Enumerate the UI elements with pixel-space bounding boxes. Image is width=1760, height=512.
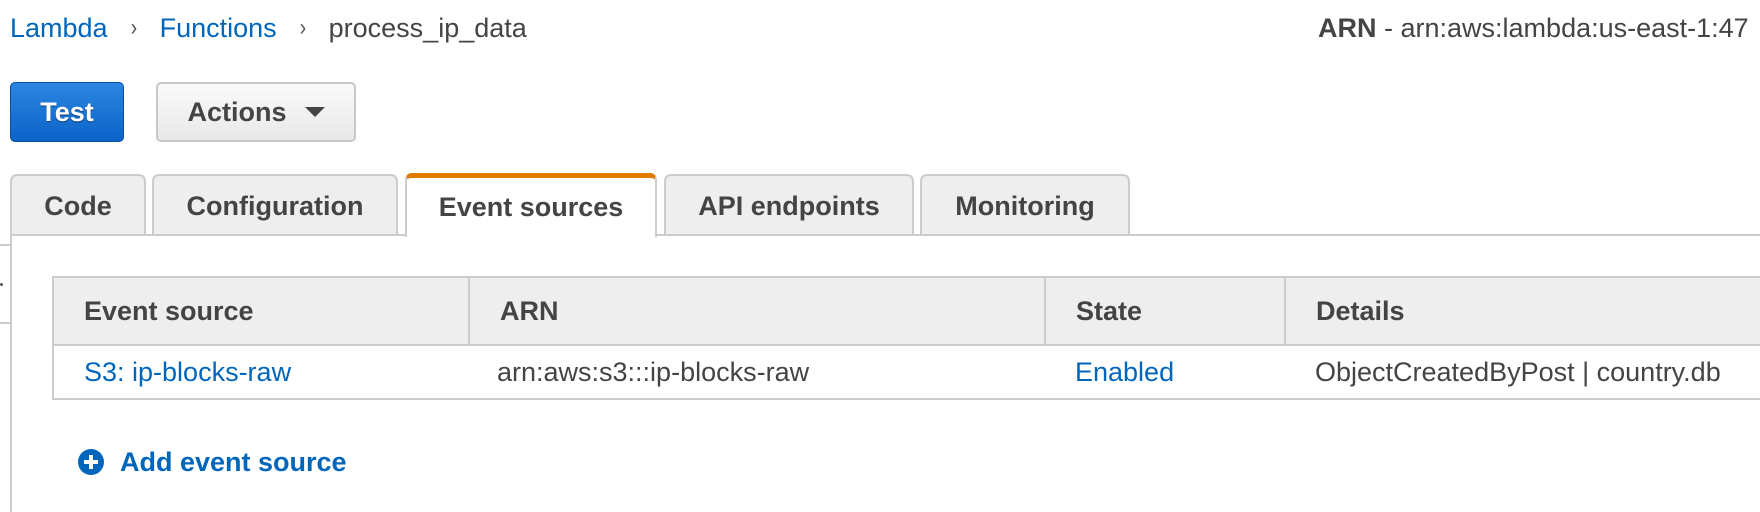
lambda-function-page: Lambda › Functions › process_ip_data ARN… [0,0,1760,512]
breadcrumb-functions[interactable]: Functions [160,10,277,46]
actions-button-label: Actions [187,96,287,127]
add-event-source-label: Add event source [120,446,347,477]
tab-event-sources[interactable]: Event sources [405,173,657,237]
cell-state: Enabled [1045,344,1285,400]
arn-separator: - [1376,13,1401,43]
test-button-label: Test [40,96,94,127]
table-row[interactable]: S3: ip-blocks-raw arn:aws:s3:::ip-blocks… [52,344,1760,400]
table-header-row: Event source ARN State Details [52,276,1760,346]
arn-value: arn:aws:lambda:us-east-1:47 [1400,13,1749,43]
tab-label: Code [44,190,112,221]
column-header-event-source[interactable]: Event source [52,276,470,346]
cell-arn: arn:aws:s3:::ip-blocks-raw [469,344,1045,400]
tab-api-endpoints[interactable]: API endpoints [664,174,914,236]
plus-circle-icon [78,449,104,475]
breadcrumb-current-function: process_ip_data [328,13,527,43]
add-event-source-button[interactable]: Add event source [78,444,347,480]
tab-label: Monitoring [955,190,1095,221]
tab-label: API endpoints [698,190,880,221]
state-toggle-link[interactable]: Enabled [1075,357,1174,387]
arn-label: ARN [1318,13,1377,43]
event-sources-table: Event source ARN State Details S3: ip-bl… [52,276,1760,400]
column-header-state[interactable]: State [1044,276,1286,346]
column-header-details[interactable]: Details [1284,276,1760,346]
tab-monitoring[interactable]: Monitoring [920,174,1130,236]
function-arn: ARN - arn:aws:lambda:us-east-1:47 [1318,10,1749,46]
test-button[interactable]: Test [10,82,124,142]
tab-code[interactable]: Code [10,174,146,236]
chevron-right-icon: › [299,14,306,41]
event-source-link[interactable]: S3: ip-blocks-raw [84,357,291,387]
left-edge-divider [0,322,10,324]
tab-configuration[interactable]: Configuration [152,174,398,236]
column-header-arn[interactable]: ARN [468,276,1046,346]
actions-dropdown-button[interactable]: Actions [156,82,356,142]
left-edge-divider [0,244,10,246]
cell-event-source: S3: ip-blocks-raw [52,344,469,400]
chevron-right-icon: › [130,14,137,41]
breadcrumb-lambda[interactable]: Lambda [10,10,108,46]
left-edge-marker [0,283,3,286]
breadcrumb: Lambda › Functions › process_ip_data [10,10,527,46]
tab-label: Event sources [438,192,624,222]
cell-details: ObjectCreatedByPost | country.db [1285,344,1760,400]
caret-down-icon [304,107,325,117]
tab-label: Configuration [186,190,364,221]
